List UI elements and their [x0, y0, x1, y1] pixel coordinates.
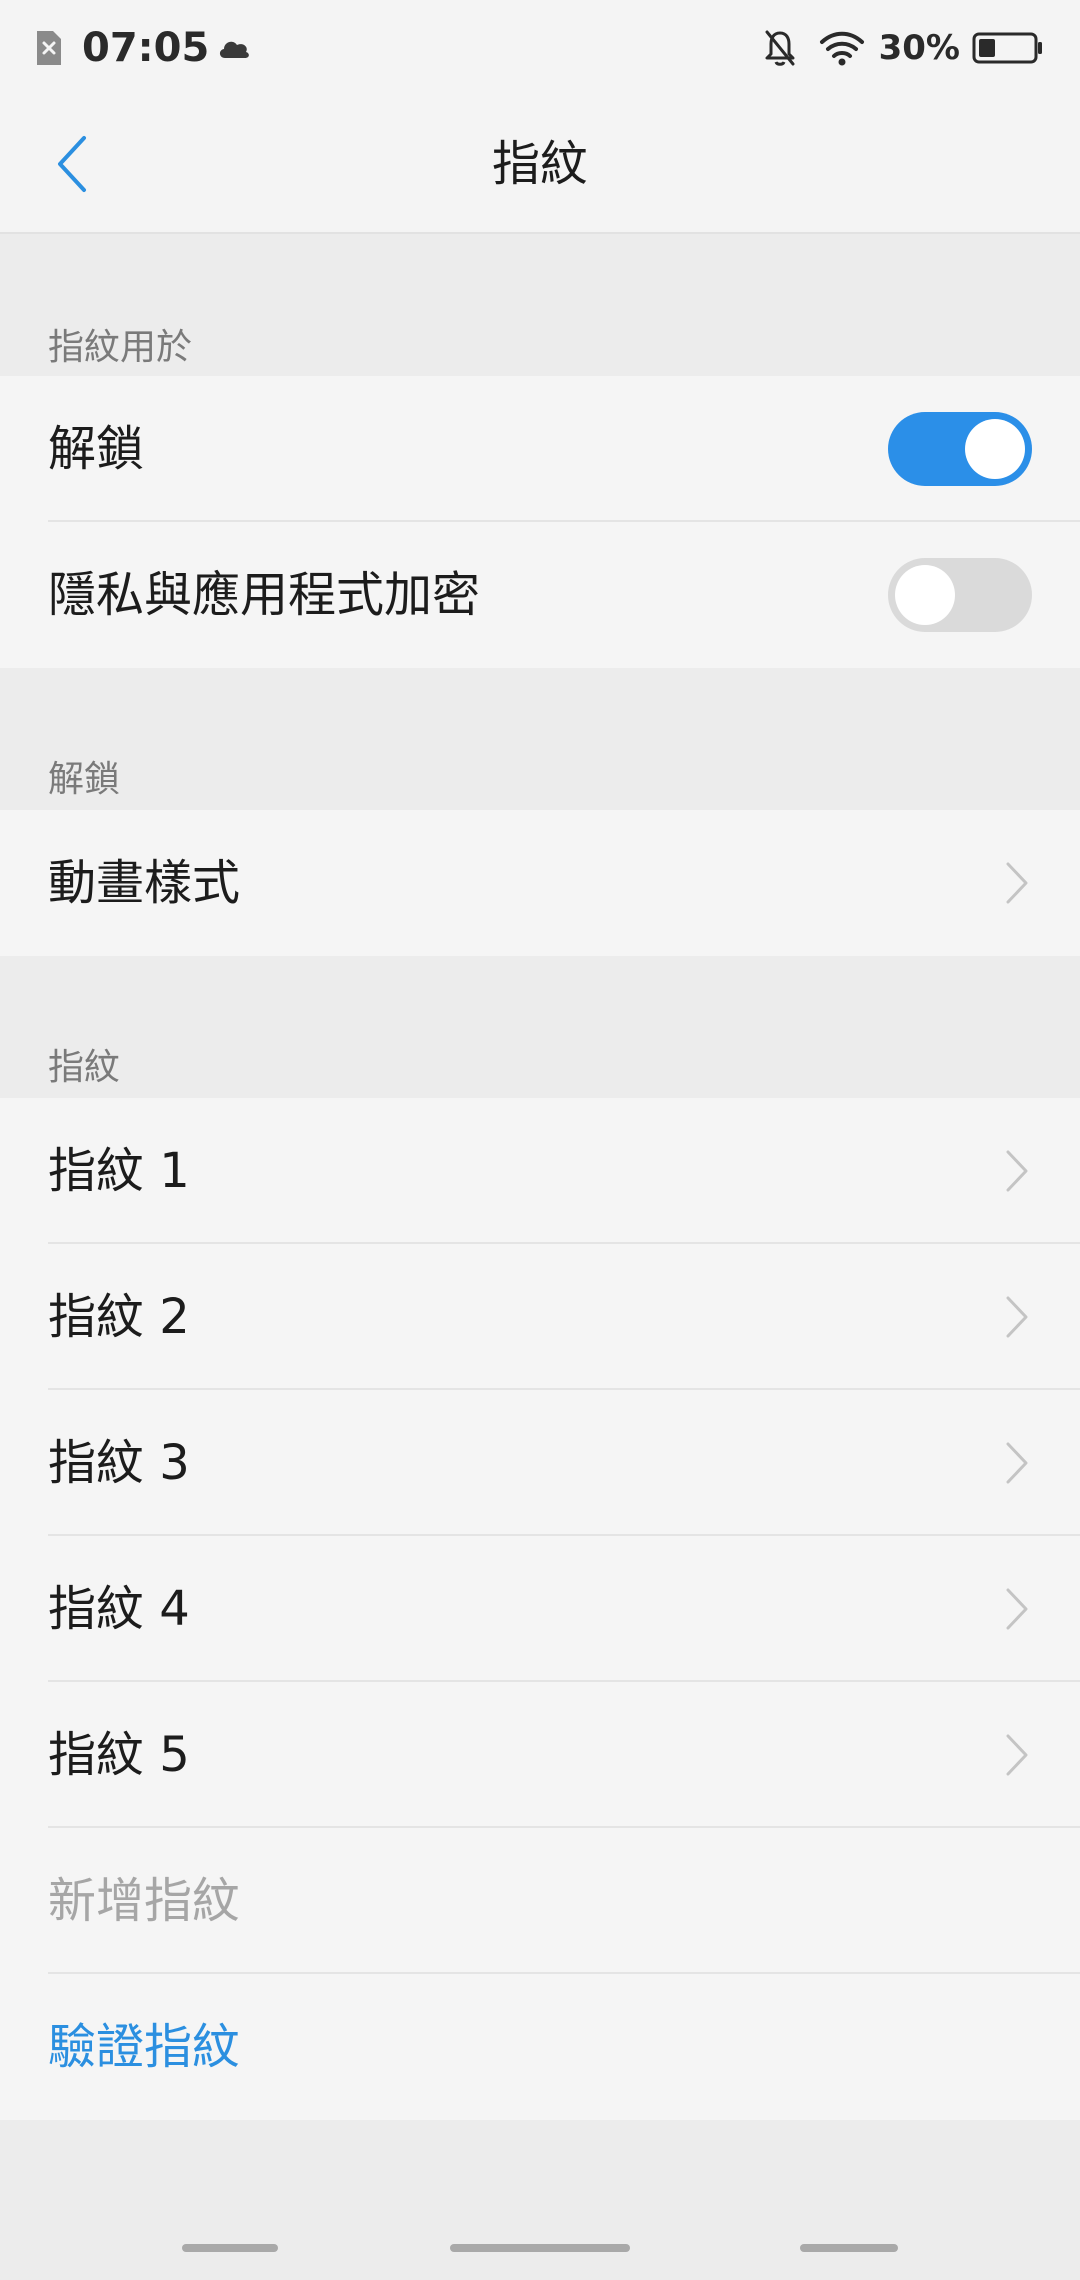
nav-pill-home[interactable] — [450, 2244, 630, 2252]
fingerprints-group: 指紋 1 指紋 2 指紋 3 指紋 4 指紋 5 新增指紋 驗證指紋 — [0, 1098, 1080, 2120]
chevron-right-icon — [1006, 1588, 1028, 1630]
nav-pill-right[interactable] — [800, 2244, 898, 2252]
row-label: 解鎖 — [48, 421, 145, 477]
unlock-toggle[interactable] — [888, 412, 1032, 486]
battery-percentage: 30% — [878, 28, 960, 68]
privacy-encryption-toggle[interactable] — [888, 558, 1032, 632]
fingerprint-settings-screen: 07:05 30% 指紋 指紋用於 解鎖 隱私與應用程式加密 解鎖 動畫樣式 指… — [0, 0, 1080, 2280]
usage-group: 解鎖 隱私與應用程式加密 — [0, 376, 1080, 668]
chevron-right-icon — [1006, 1734, 1028, 1776]
fingerprint-2-row[interactable]: 指紋 2 — [0, 1244, 1080, 1390]
row-label: 指紋 2 — [48, 1289, 190, 1345]
chevron-right-icon — [1006, 1296, 1028, 1338]
add-fingerprint-label: 新增指紋 — [48, 1873, 241, 1929]
fingerprint-3-row[interactable]: 指紋 3 — [0, 1390, 1080, 1536]
chevron-left-icon — [58, 136, 86, 192]
wifi-icon — [819, 31, 864, 66]
toggle-knob — [965, 419, 1025, 479]
chevron-right-icon — [1006, 1150, 1028, 1192]
navigation-bar — [0, 2180, 1080, 2280]
verify-fingerprint-row[interactable]: 驗證指紋 — [0, 1974, 1080, 2120]
status-time: 07:05 — [82, 25, 210, 71]
fingerprint-1-row[interactable]: 指紋 1 — [0, 1098, 1080, 1244]
animation-style-row[interactable]: 動畫樣式 — [0, 810, 1080, 956]
row-label: 指紋 5 — [48, 1727, 190, 1783]
nav-pill-left[interactable] — [182, 2244, 278, 2252]
page-title: 指紋 — [491, 136, 588, 192]
fingerprint-4-row[interactable]: 指紋 4 — [0, 1536, 1080, 1682]
status-bar-left: 07:05 — [34, 24, 251, 72]
status-bar: 07:05 30% — [0, 0, 1080, 96]
chevron-right-icon — [1006, 1442, 1028, 1484]
toggle-knob — [895, 565, 955, 625]
verify-fingerprint-label: 驗證指紋 — [48, 2019, 241, 2075]
unlock-toggle-row[interactable]: 解鎖 — [0, 376, 1080, 522]
row-label: 隱私與應用程式加密 — [48, 567, 481, 623]
unlock-group: 動畫樣式 — [0, 810, 1080, 956]
section-header-fingerprints: 指紋 — [48, 1047, 121, 1088]
battery-icon — [972, 32, 1042, 64]
cloud-icon — [220, 41, 250, 58]
status-bar-right: 30% — [763, 24, 1044, 72]
row-label: 指紋 1 — [48, 1143, 190, 1199]
privacy-encryption-toggle-row[interactable]: 隱私與應用程式加密 — [0, 522, 1080, 668]
row-label: 指紋 4 — [48, 1581, 190, 1637]
add-fingerprint-row[interactable]: 新增指紋 — [0, 1828, 1080, 1974]
section-header-unlock: 解鎖 — [48, 759, 121, 800]
chevron-right-icon — [1006, 862, 1028, 904]
row-label: 動畫樣式 — [48, 855, 241, 911]
bell-off-icon — [765, 30, 795, 66]
back-button[interactable] — [36, 122, 108, 206]
sim-card-icon — [37, 31, 61, 65]
row-label: 指紋 3 — [48, 1435, 190, 1491]
fingerprint-5-row[interactable]: 指紋 5 — [0, 1682, 1080, 1828]
title-bar: 指紋 — [0, 96, 1080, 234]
section-header-usage: 指紋用於 — [48, 327, 193, 368]
